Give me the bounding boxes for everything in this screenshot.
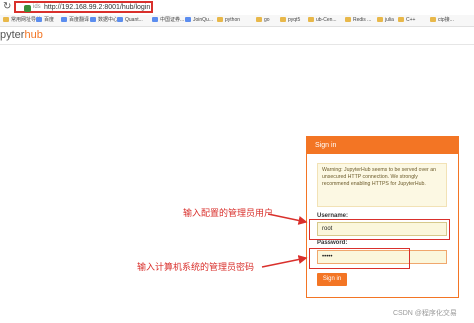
address-bar[interactable]: ids http://192.168.99.2:8001/hub/login — [14, 1, 153, 13]
brand-prefix: pyter — [0, 29, 25, 41]
bookmark-label: C++ — [406, 17, 416, 23]
site-icon — [117, 17, 123, 22]
folder-icon — [398, 17, 404, 22]
folder-icon — [377, 17, 383, 22]
bookmark-label: julia — [385, 17, 394, 23]
bookmark-label: Redis ... — [353, 17, 372, 23]
bookmarks-bar: 常用网址导航 百度 百度翻译 数据中心 Quant... 中国证券... JoinQu...… — [0, 15, 474, 27]
url-path: :8001/hub/login — [102, 4, 151, 11]
site-icon — [152, 17, 158, 22]
bookmark-label: ub-Cen... — [316, 17, 337, 23]
password-label: Password: — [317, 240, 348, 246]
jupyterhub-logo[interactable]: pyterhub — [0, 28, 43, 42]
bookmark-label: go — [264, 17, 270, 23]
bookmark-label: python — [225, 17, 241, 23]
password-highlight-box — [309, 248, 410, 269]
bookmark-label: pyqt5 — [288, 17, 301, 23]
login-title: Sign in — [307, 137, 458, 154]
site-icon — [90, 17, 96, 22]
sign-in-button[interactable]: Sign in — [317, 273, 347, 286]
username-arrow — [267, 213, 308, 225]
bookmark-label: 百度翻译 — [69, 17, 90, 23]
reload-icon[interactable]: ↻ — [3, 2, 11, 12]
folder-icon — [345, 17, 351, 22]
folder-icon — [256, 17, 262, 22]
bookmark-item[interactable]: 百度翻译 — [61, 17, 89, 24]
bookmark-item[interactable]: Quant... — [117, 17, 143, 24]
bookmark-item[interactable]: 中国证券... — [152, 17, 184, 24]
bookmark-label: 数据中心 — [98, 17, 119, 23]
shield-icon — [24, 5, 31, 12]
bookmark-label: ctp接... — [438, 17, 454, 23]
password-arrow — [261, 255, 308, 268]
folder-icon — [3, 17, 9, 22]
bookmark-label: JoinQu... — [193, 17, 214, 23]
site-icon — [185, 17, 191, 22]
bookmark-item[interactable]: 百度 — [36, 17, 54, 24]
bookmark-item[interactable]: go — [256, 17, 270, 24]
login-panel: Sign in Warning: JupyterHub seems to be … — [306, 136, 459, 298]
folder-icon — [280, 17, 286, 22]
header-divider — [0, 44, 474, 45]
bookmark-item[interactable]: C++ — [398, 17, 415, 24]
url-text: http://192.168.99.2:8001/hub/login — [44, 3, 150, 12]
username-highlight-box — [309, 219, 450, 240]
bookmark-item[interactable]: JoinQu... — [185, 17, 213, 24]
bookmark-item[interactable]: julia — [377, 17, 394, 24]
folder-icon — [308, 17, 314, 22]
url-host: http://192.168.99.2 — [44, 4, 103, 11]
bookmark-item[interactable]: Redis ... — [345, 17, 371, 24]
watermark: CSDN @程序化交易 — [393, 310, 457, 317]
username-annotation: 输入配置的管理员用户 — [183, 208, 274, 218]
bookmark-label: Quant... — [125, 17, 143, 23]
bookmark-item[interactable]: python — [217, 17, 240, 24]
address-bar-row: ↻ ids http://192.168.99.2:8001/hub/login — [0, 0, 474, 15]
site-icon — [61, 17, 67, 22]
bookmark-item[interactable]: ub-Cen... — [308, 17, 337, 24]
folder-icon — [430, 17, 436, 22]
site-tag: ids — [33, 4, 41, 10]
bookmark-item[interactable]: ctp接... — [430, 17, 454, 24]
bookmark-label: 百度 — [44, 17, 55, 23]
bookmark-label: 中国证券... — [160, 17, 185, 23]
password-annotation: 输入计算机系统的管理员密码 — [137, 262, 255, 272]
bookmark-item[interactable]: 数据中心 — [90, 17, 118, 24]
site-icon — [36, 17, 42, 22]
folder-icon — [217, 17, 223, 22]
bookmark-item[interactable]: pyqt5 — [280, 17, 300, 24]
https-warning: Warning: JupyterHub seems to be served o… — [317, 163, 447, 207]
brand-accent: hub — [24, 29, 43, 41]
